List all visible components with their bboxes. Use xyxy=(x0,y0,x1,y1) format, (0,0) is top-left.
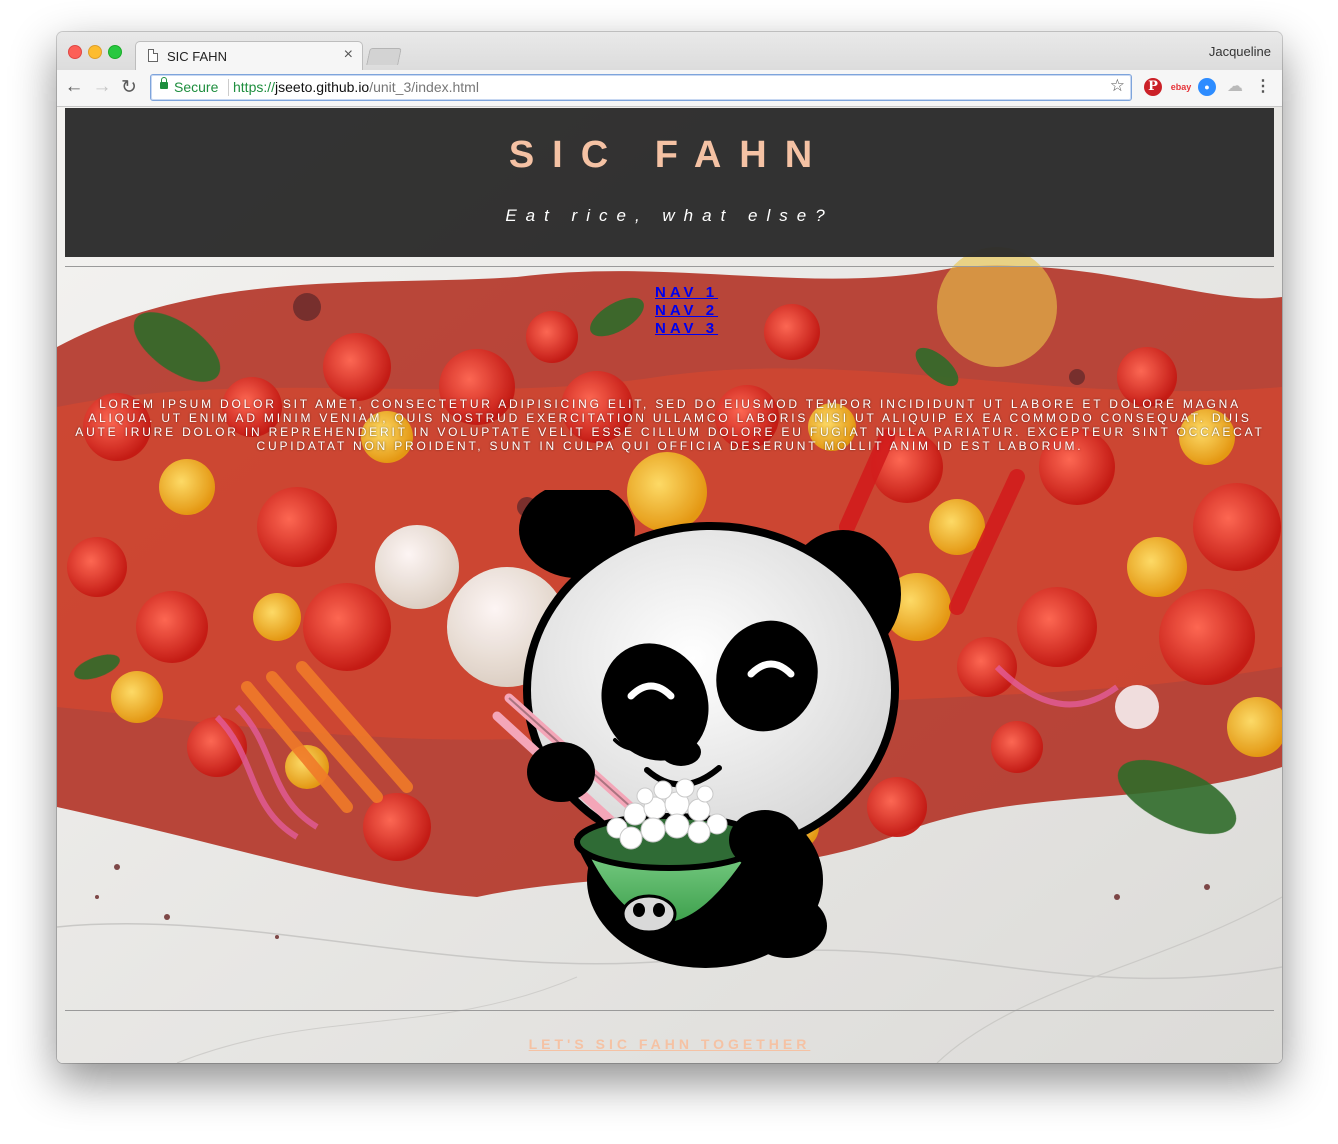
address-divider xyxy=(228,79,229,96)
close-window-button[interactable] xyxy=(68,45,82,59)
page-viewport: SIC FAHN Eat rice, what else? NAV 1 NAV … xyxy=(57,107,1282,1063)
back-arrow-icon[interactable]: ← xyxy=(64,76,84,98)
url-path: /unit_3/index.html xyxy=(369,79,479,95)
ebay-extension-icon[interactable]: ebay xyxy=(1170,78,1192,96)
browser-menu-icon[interactable]: ⋮ xyxy=(1255,76,1271,96)
url-text[interactable]: https://jseeto.github.io/unit_3/index.ht… xyxy=(233,79,479,95)
pinterest-extension-icon[interactable]: P xyxy=(1144,78,1162,96)
cloud-extension-icon[interactable]: ☁ xyxy=(1226,78,1244,96)
forward-arrow-icon[interactable]: → xyxy=(92,76,112,98)
tab-title: SIC FAHN xyxy=(167,49,227,64)
nav-link-2[interactable]: NAV 2 xyxy=(655,302,775,320)
nav-link-3[interactable]: NAV 3 xyxy=(655,320,775,338)
url-scheme: https:// xyxy=(233,79,276,95)
site-tagline: Eat rice, what else? xyxy=(505,206,834,225)
nav-link-1[interactable]: NAV 1 xyxy=(655,284,775,302)
zoom-extension-icon[interactable]: ● xyxy=(1198,78,1216,96)
body-text: LOREM IPSUM DOLOR SIT AMET, CONSECTETUR … xyxy=(75,397,1265,453)
browser-toolbar: ← → ↻ Secure https://jseeto.github.io/un… xyxy=(57,70,1282,107)
bookmark-star-icon[interactable]: ☆ xyxy=(1110,76,1125,96)
browser-window: SIC FAHN × Jacqueline ← → ↻ Secure https… xyxy=(57,32,1282,1063)
address-bar[interactable]: Secure https://jseeto.github.io/unit_3/i… xyxy=(150,74,1132,101)
url-host: jseeto.github.io xyxy=(275,79,370,95)
tab-bar: SIC FAHN × Jacqueline xyxy=(57,32,1282,72)
site-nav: NAV 1 NAV 2 NAV 3 xyxy=(655,284,775,338)
lock-icon xyxy=(160,77,168,89)
browser-tab[interactable]: SIC FAHN × xyxy=(135,41,363,72)
reload-icon[interactable]: ↻ xyxy=(119,76,139,99)
profile-name[interactable]: Jacqueline xyxy=(1209,44,1271,59)
site-header: SIC FAHN Eat rice, what else? xyxy=(65,108,1274,257)
new-tab-button[interactable] xyxy=(366,48,402,65)
minimize-window-button[interactable] xyxy=(88,45,102,59)
tab-close-icon[interactable]: × xyxy=(344,46,353,64)
panda-eating-rice-illustration xyxy=(492,490,901,968)
maximize-window-button[interactable] xyxy=(108,45,122,59)
page-icon xyxy=(148,49,158,62)
cta-link[interactable]: LET'S SIC FAHN TOGETHER xyxy=(529,1036,811,1052)
secure-label: Secure xyxy=(174,79,219,95)
header-divider xyxy=(65,266,1274,267)
site-title: SIC FAHN xyxy=(508,134,831,176)
footer-cta: LET'S SIC FAHN TOGETHER xyxy=(57,1036,1282,1054)
footer-divider xyxy=(65,1010,1274,1011)
